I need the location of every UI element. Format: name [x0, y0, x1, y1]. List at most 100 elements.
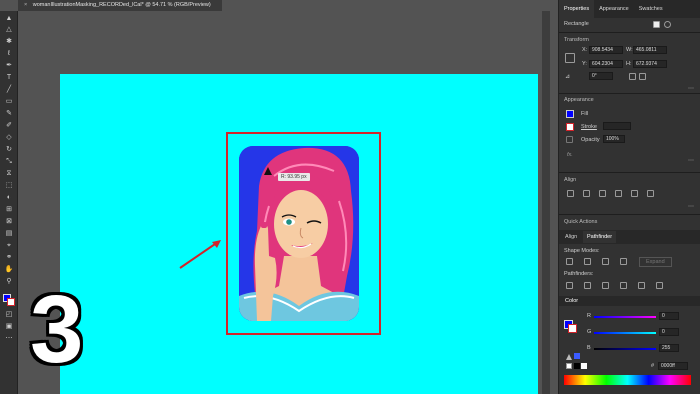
paintbrush-tool-icon[interactable]: ✎ [4, 110, 14, 118]
target-icon[interactable] [664, 21, 671, 28]
rotate-tool-icon[interactable]: ↻ [4, 146, 14, 154]
white-swatch[interactable] [581, 363, 587, 369]
none-swatch[interactable] [566, 363, 572, 369]
appearance-header: Appearance [564, 97, 594, 103]
b-slider[interactable] [594, 348, 656, 350]
g-label: G [587, 329, 592, 335]
drawing-mode-icon[interactable]: ◰ [4, 311, 14, 319]
merge-icon[interactable] [602, 282, 609, 289]
more-align-icon[interactable]: ⋯ [688, 203, 694, 210]
g-field[interactable]: 0 [659, 328, 679, 336]
stroke-swatch[interactable] [7, 298, 15, 306]
opacity-field[interactable]: 100% [603, 135, 625, 143]
shape-builder-tool-icon[interactable]: ◐ [4, 194, 14, 202]
edit-toolbar-icon[interactable]: ⋯ [4, 335, 14, 343]
rectangle-tool-icon[interactable]: ▭ [4, 98, 14, 106]
direct-selection-tool-icon[interactable]: △ [4, 26, 14, 34]
trim-icon[interactable] [584, 282, 591, 289]
arrow-annotation-icon [179, 240, 221, 269]
gradient-tool-icon[interactable]: ▤ [4, 230, 14, 238]
r-field[interactable]: 0 [659, 312, 679, 320]
g-slider[interactable] [594, 332, 656, 334]
flip-horizontal-icon[interactable] [629, 73, 636, 80]
angle-field[interactable]: 0° [589, 72, 613, 80]
w-field[interactable]: 465.0811 [633, 46, 667, 54]
hex-label: # [651, 363, 655, 369]
y-field[interactable]: 604.2304 [589, 60, 623, 68]
stroke-color-swatch[interactable] [566, 123, 574, 131]
free-transform-tool-icon[interactable]: ⬚ [4, 182, 14, 190]
flip-vertical-icon[interactable] [639, 73, 646, 80]
shape-modes-label: Shape Modes: [564, 248, 600, 254]
eyedropper-tool-icon[interactable]: ⌖ [4, 242, 14, 250]
stroke-weight-field[interactable] [603, 122, 631, 130]
vertical-scrollbar[interactable] [542, 11, 550, 394]
stroke-label[interactable]: Stroke [581, 124, 597, 130]
in-gamut-swatch[interactable] [574, 353, 580, 359]
color-spectrum[interactable] [564, 375, 691, 385]
panel-tabs: Properties Appearance Swatches [559, 0, 700, 18]
more-appearance-icon[interactable]: ⋯ [688, 157, 694, 164]
align-left-icon[interactable] [567, 190, 574, 197]
r-slider[interactable] [594, 316, 656, 318]
align-center-icon[interactable] [583, 190, 590, 197]
line-tool-icon[interactable]: ╱ [4, 86, 14, 94]
fx-label[interactable]: fx. [567, 152, 573, 158]
tab-pathfinder[interactable]: Pathfinder [583, 231, 617, 243]
blend-tool-icon[interactable]: ⚭ [4, 254, 14, 262]
gamut-warning-icon[interactable] [566, 354, 572, 360]
intersect-icon[interactable] [602, 258, 609, 265]
crop-icon[interactable] [620, 282, 627, 289]
eraser-tool-icon[interactable]: ◇ [4, 134, 14, 142]
hex-field[interactable]: 0000ff [658, 362, 688, 370]
reference-point-icon[interactable] [565, 53, 575, 63]
pencil-tool-icon[interactable]: ✐ [4, 122, 14, 130]
color-header: Color [565, 298, 579, 304]
magic-wand-tool-icon[interactable]: ✱ [4, 38, 14, 46]
zoom-tool-icon[interactable]: ⚲ [4, 278, 14, 286]
properties-panel: Properties Appearance Swatches Rectangle… [558, 0, 700, 394]
mesh-tool-icon[interactable]: ⊠ [4, 218, 14, 226]
selection-tool-icon[interactable]: ▲ [4, 15, 14, 23]
pathfinders-label: Pathfinders: [564, 271, 594, 277]
scale-tool-icon[interactable]: ⤡ [4, 158, 14, 166]
align-middle-icon[interactable] [631, 190, 638, 197]
align-right-icon[interactable] [599, 190, 606, 197]
type-tool-icon[interactable]: T [4, 74, 14, 82]
r-label: R [587, 313, 591, 319]
document-tab[interactable]: × womanIllustrationMasking_RECORDed_lCal… [18, 0, 222, 11]
align-header: Align [564, 177, 577, 183]
opacity-label[interactable]: Opacity [581, 137, 600, 143]
x-field[interactable]: 908.5434 [589, 46, 623, 54]
outline-icon[interactable] [638, 282, 645, 289]
lasso-tool-icon[interactable]: ℓ [4, 50, 14, 58]
minus-back-icon[interactable] [656, 282, 663, 289]
b-field[interactable]: 255 [659, 344, 679, 352]
black-swatch[interactable] [574, 363, 580, 369]
minus-front-icon[interactable] [584, 258, 591, 265]
transform-header: Transform [564, 37, 589, 43]
tab-align[interactable]: Align [565, 234, 577, 240]
color-stroke-swatch[interactable] [568, 324, 577, 333]
width-tool-icon[interactable]: ⧖ [4, 170, 14, 178]
close-tab-icon[interactable]: × [24, 0, 27, 11]
hand-tool-icon[interactable]: ✋ [4, 266, 14, 274]
fill-color-swatch[interactable] [566, 110, 574, 118]
isolate-icon[interactable] [653, 21, 660, 28]
unite-icon[interactable] [566, 258, 573, 265]
screen-mode-icon[interactable]: ▣ [4, 323, 14, 331]
tab-properties[interactable]: Properties [559, 0, 595, 18]
expand-button[interactable]: Expand [639, 257, 672, 267]
more-transform-icon[interactable]: ⋯ [688, 85, 694, 92]
tab-swatches[interactable]: Swatches [634, 0, 668, 18]
pen-tool-icon[interactable]: ✒ [4, 62, 14, 70]
perspective-grid-tool-icon[interactable]: ⊞ [4, 206, 14, 214]
divide-icon[interactable] [566, 282, 573, 289]
exclude-icon[interactable] [620, 258, 627, 265]
radius-tooltip: R: 93.95 px [278, 173, 310, 181]
w-label: W: [626, 47, 633, 53]
align-top-icon[interactable] [615, 190, 622, 197]
align-bottom-icon[interactable] [647, 190, 654, 197]
tab-appearance[interactable]: Appearance [594, 0, 634, 18]
h-field[interactable]: 672.9374 [633, 60, 667, 68]
